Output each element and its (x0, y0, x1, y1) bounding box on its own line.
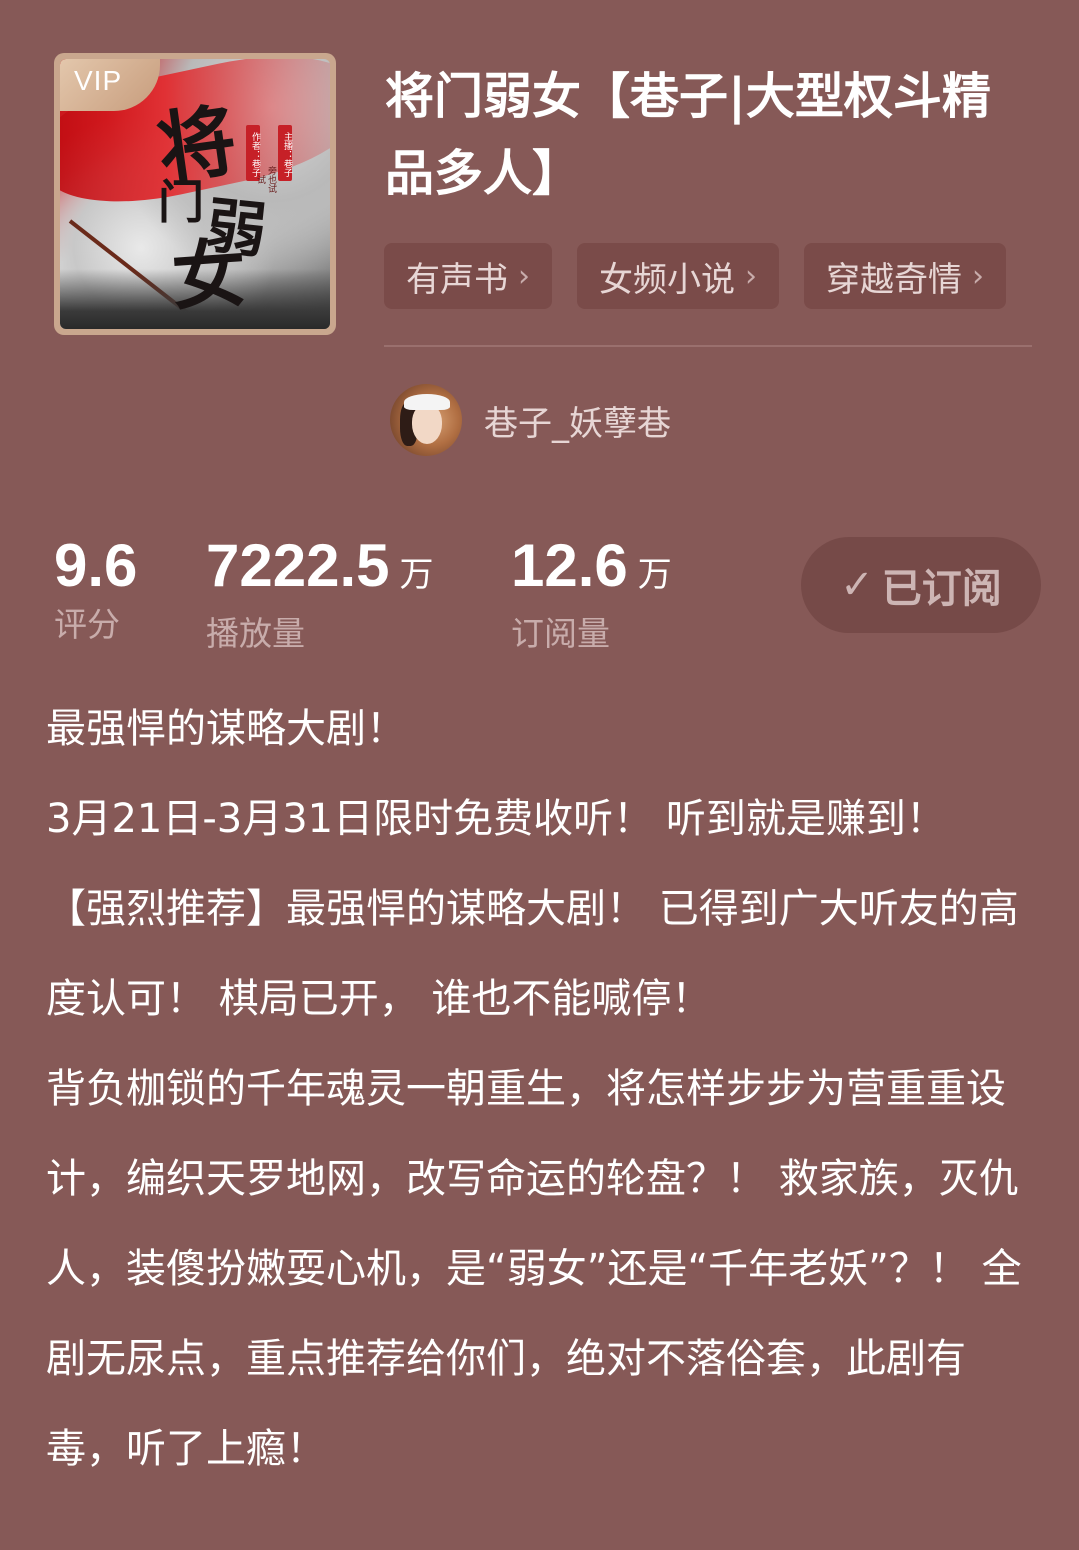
book-title: 将门弱女【巷子|大型权斗精品多人】 (385, 68, 991, 202)
description-line: 背负枷锁的千年魂灵一朝重生，将怎样步步为营重重设计，编织天罗地网，改写命运的轮盘… (46, 1066, 1022, 1472)
rating-value: 9.6 (54, 532, 138, 599)
cover-calligraphy-char: 门 (158, 175, 204, 229)
subscribed-button[interactable]: ✓ 已订阅 (801, 537, 1041, 633)
divider (384, 345, 1032, 347)
cover-artwork: 将 门 弱 女 作者：巷子 主播：巷子 旁也试试 VIP (60, 59, 330, 329)
chevron-right-icon: › (972, 258, 984, 294)
avatar[interactable] (390, 384, 462, 456)
chevron-right-icon: › (745, 258, 757, 294)
stat-plays: 7222.5 万 播放量 (206, 531, 434, 658)
plays-value: 7222.5 (206, 532, 390, 599)
subs-value: 12.6 (511, 532, 628, 599)
plays-unit: 万 (399, 555, 434, 595)
book-description: 最强悍的谋略大剧！ 3月21日-3月31日限时免费收听！ 听到就是赚到！ 【强烈… (46, 684, 1038, 1494)
cover-calligraphy-char: 女 (169, 230, 249, 322)
tag-label: 穿越奇情 (826, 259, 962, 300)
subscribed-label: 已订阅 (881, 566, 1002, 612)
author-name[interactable]: 巷子_妖孽巷 (484, 396, 671, 445)
author-row[interactable]: 巷子_妖孽巷 (390, 384, 671, 456)
chevron-right-icon: › (518, 258, 530, 294)
subs-unit: 万 (637, 555, 672, 595)
tag-label: 女频小说 (599, 259, 735, 300)
tag-female-novel[interactable]: 女频小说 › (577, 243, 779, 309)
stat-rating: 9.6 评分 (54, 531, 137, 649)
rating-label: 评分 (54, 605, 120, 644)
cover-seal-label: 旁也试试 (255, 166, 276, 193)
plays-value-row: 7222.5 万 (206, 531, 434, 610)
check-icon: ✓ (840, 562, 874, 608)
plays-label: 播放量 (206, 614, 305, 653)
description-line: 【强烈推荐】最强悍的谋略大剧！ 已得到广大听友的高度认可！ 棋局已开， 谁也不能… (46, 886, 1019, 1022)
tag-time-travel[interactable]: 穿越奇情 › (804, 243, 1006, 309)
description-line: 3月21日-3月31日限时免费收听！ 听到就是赚到！ (46, 796, 946, 842)
subs-label: 订阅量 (511, 614, 610, 653)
tag-audiobook[interactable]: 有声书 › (384, 243, 552, 309)
book-cover[interactable]: 将 门 弱 女 作者：巷子 主播：巷子 旁也试试 VIP (54, 53, 336, 335)
category-tags: 有声书 › 女频小说 › 穿越奇情 › (384, 243, 1079, 309)
cover-seal-label: 主播：巷子 (278, 125, 292, 181)
description-line: 最强悍的谋略大剧！ (46, 706, 406, 752)
stat-subscriptions: 12.6 万 订阅量 (511, 531, 672, 658)
cover-seal-label: 作者：巷子 (246, 125, 260, 181)
tag-label: 有声书 (406, 259, 508, 300)
subs-value-row: 12.6 万 (511, 531, 672, 610)
